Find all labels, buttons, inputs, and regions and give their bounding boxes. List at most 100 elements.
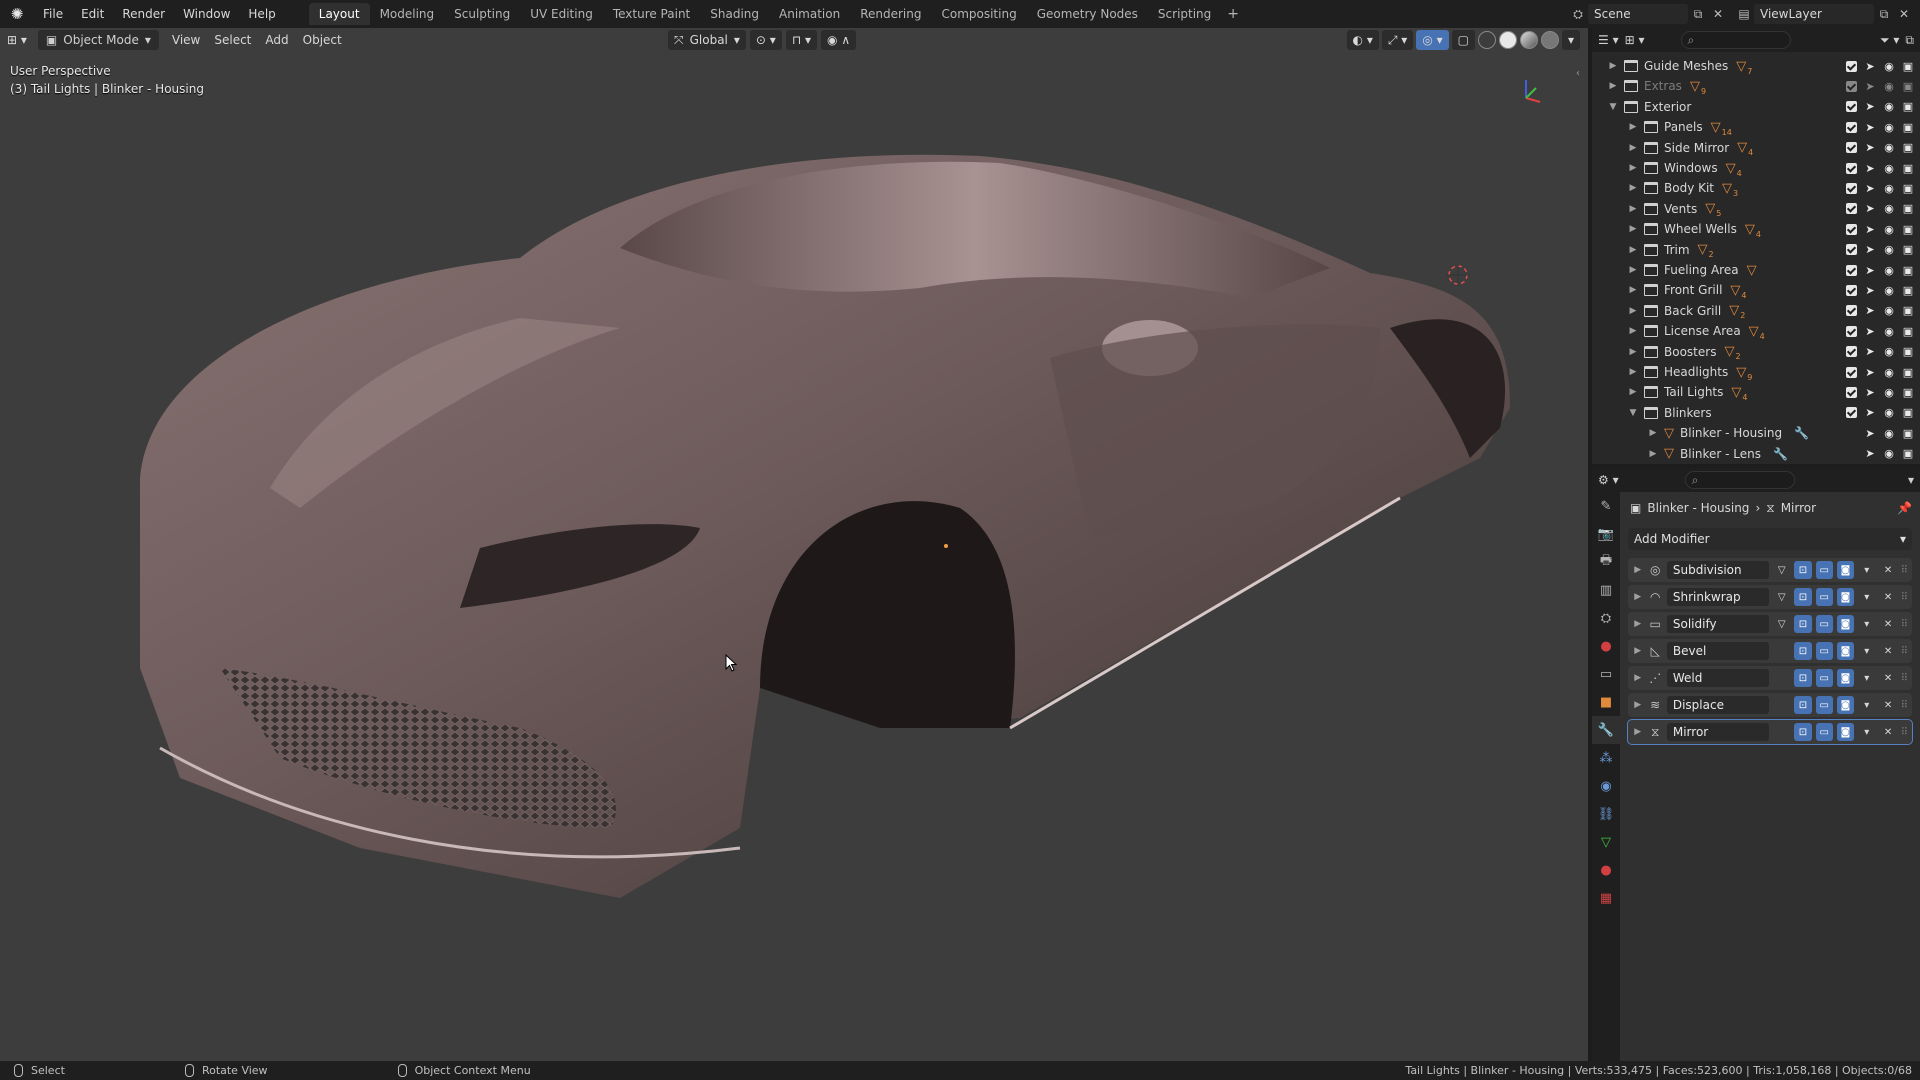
camera-icon[interactable]: ▣	[1902, 284, 1914, 297]
close-icon[interactable]: ✕	[1879, 696, 1896, 714]
data-tab-icon[interactable]: ▽	[1592, 828, 1620, 856]
camera-icon[interactable]: ▣	[1902, 345, 1914, 358]
eye-icon[interactable]: ◉	[1883, 60, 1895, 73]
display-mode-icon[interactable]: ⊞ ▾	[1625, 33, 1645, 47]
chevron-down-icon[interactable]: ▾	[1858, 588, 1875, 606]
close-icon[interactable]: ✕	[1879, 669, 1896, 687]
selectable-icon[interactable]: ➤	[1864, 345, 1876, 358]
drag-handle-icon[interactable]: ⠿	[1901, 592, 1908, 603]
exclude-checkbox[interactable]	[1846, 264, 1857, 276]
camera-icon[interactable]: ▣	[1902, 60, 1914, 73]
eye-icon[interactable]: ◉	[1883, 182, 1895, 195]
filter-icon[interactable]: ⏷ ▾	[1880, 33, 1899, 48]
outliner-row[interactable]: ▶ Body Kit ▽ 3 ➤ ◉ ▣	[1592, 178, 1920, 198]
collapsed-arrow-icon[interactable]: ▶	[1626, 306, 1640, 316]
expanded-arrow-icon[interactable]: ▼	[1626, 408, 1640, 418]
modifier-mirror[interactable]: ▶ ⧖ Mirror ⊡ ▭ ◙ ▾ ✕ ⠿	[1627, 719, 1913, 745]
eye-icon[interactable]: ◉	[1883, 304, 1895, 317]
modifier-name-field[interactable]: Mirror	[1666, 723, 1770, 741]
view-layer-tab-icon[interactable]: ▥	[1592, 576, 1620, 604]
drag-handle-icon[interactable]: ⠿	[1901, 727, 1908, 738]
exclude-checkbox[interactable]	[1846, 325, 1857, 337]
selectable-icon[interactable]: ➤	[1864, 141, 1876, 154]
selectable-icon[interactable]: ➤	[1864, 202, 1876, 215]
drag-handle-icon[interactable]: ⠿	[1901, 565, 1908, 576]
chevron-down-icon[interactable]: ▾	[1858, 723, 1875, 741]
outliner-row[interactable]: ▶ License Area ▽ 4 ➤ ◉ ▣	[1592, 321, 1920, 341]
outliner-row[interactable]: ▶ Headlights ▽ 9 ➤ ◉ ▣	[1592, 362, 1920, 382]
viewport-menu-add[interactable]: Add	[258, 30, 295, 50]
menu-help[interactable]: Help	[239, 3, 284, 25]
on-cage-icon[interactable]: ▽	[1773, 561, 1790, 579]
close-icon[interactable]: ✕	[1879, 561, 1896, 579]
eye-icon[interactable]: ◉	[1883, 427, 1895, 440]
camera-icon[interactable]: ▣	[1902, 80, 1914, 93]
collapsed-arrow-icon[interactable]: ▶	[1632, 673, 1644, 683]
viewport-menu-object[interactable]: Object	[296, 30, 349, 50]
selectable-icon[interactable]: ➤	[1864, 325, 1876, 338]
outliner-row[interactable]: ▶ ▽ Blinker - Lens 🔧 ➤ ◉ ▣	[1592, 444, 1920, 464]
outliner-row[interactable]: ▶ Windows ▽ 4 ➤ ◉ ▣	[1592, 158, 1920, 178]
tab-animation[interactable]: Animation	[769, 3, 850, 25]
outliner-row[interactable]: ▼ Blinkers ➤ ◉ ▣	[1592, 403, 1920, 423]
modifier-subdivision[interactable]: ▶ ◎ Subdivision ▽ ⊡ ▭ ◙ ▾ ✕ ⠿	[1628, 558, 1912, 582]
overlays-toggle[interactable]: ◎ ▾	[1416, 30, 1449, 50]
render-toggle-icon[interactable]: ◙	[1836, 642, 1855, 660]
blender-logo-icon[interactable]: ✺	[0, 0, 34, 28]
add-modifier-button[interactable]: Add Modifier ▾	[1628, 528, 1912, 550]
output-tab-icon[interactable]: 🖶	[1592, 548, 1620, 576]
drag-handle-icon[interactable]: ⠿	[1901, 700, 1908, 711]
eye-icon[interactable]: ◉	[1883, 202, 1895, 215]
eye-icon[interactable]: ◉	[1883, 141, 1895, 154]
chevron-down-icon[interactable]: ▾	[1908, 473, 1914, 487]
render-toggle-icon[interactable]: ◙	[1836, 696, 1855, 714]
collapsed-arrow-icon[interactable]: ▶	[1632, 700, 1644, 710]
render-toggle-icon[interactable]: ◙	[1836, 669, 1855, 687]
camera-icon[interactable]: ▣	[1902, 223, 1914, 236]
pin-icon[interactable]: 📌	[1897, 501, 1912, 515]
selectable-icon[interactable]: ➤	[1864, 80, 1876, 93]
collapsed-arrow-icon[interactable]: ▶	[1626, 245, 1640, 255]
eye-icon[interactable]: ◉	[1883, 447, 1895, 460]
properties-search-input[interactable]: ⌕	[1684, 471, 1795, 489]
camera-icon[interactable]: ▣	[1902, 325, 1914, 338]
snap-toggle[interactable]: ⊓ ▾	[785, 30, 818, 50]
exclude-checkbox[interactable]	[1846, 305, 1857, 317]
exclude-checkbox[interactable]	[1846, 366, 1857, 378]
modifier-name-field[interactable]: Shrinkwrap	[1666, 588, 1770, 606]
exclude-checkbox[interactable]	[1846, 407, 1857, 419]
add-workspace-button[interactable]: +	[1221, 6, 1245, 22]
view-layer-selector[interactable]: ▤ ViewLayer ⧉ ✕	[1734, 3, 1914, 25]
collapsed-arrow-icon[interactable]: ▶	[1626, 326, 1640, 336]
exclude-checkbox[interactable]	[1846, 101, 1857, 113]
eye-icon[interactable]: ◉	[1883, 386, 1895, 399]
viewport-menu-view[interactable]: View	[165, 30, 207, 50]
menu-window[interactable]: Window	[174, 3, 239, 25]
menu-file[interactable]: File	[34, 3, 72, 25]
render-tab-icon[interactable]: 📷	[1592, 520, 1620, 548]
eye-icon[interactable]: ◉	[1883, 345, 1895, 358]
tab-compositing[interactable]: Compositing	[931, 3, 1026, 25]
outliner-row[interactable]: ▶ Vents ▽ 5 ➤ ◉ ▣	[1592, 199, 1920, 219]
render-toggle-icon[interactable]: ◙	[1836, 615, 1855, 633]
tab-rendering[interactable]: Rendering	[850, 3, 931, 25]
eye-icon[interactable]: ◉	[1883, 243, 1895, 256]
collapsed-arrow-icon[interactable]: ▶	[1646, 449, 1660, 459]
tab-texture-paint[interactable]: Texture Paint	[603, 3, 700, 25]
drag-handle-icon[interactable]: ⠿	[1901, 673, 1908, 684]
camera-icon[interactable]: ▣	[1902, 427, 1914, 440]
camera-icon[interactable]: ▣	[1902, 304, 1914, 317]
collapsed-arrow-icon[interactable]: ▶	[1646, 428, 1660, 438]
editmode-toggle-icon[interactable]: ⊡	[1794, 642, 1812, 660]
camera-icon[interactable]: ▣	[1902, 100, 1914, 113]
viewport-toggle-icon[interactable]: ▭	[1815, 642, 1833, 660]
constraints-tab-icon[interactable]: ⛓	[1592, 800, 1620, 828]
selectable-icon[interactable]: ➤	[1864, 223, 1876, 236]
particles-tab-icon[interactable]: ⁂	[1592, 744, 1620, 772]
menu-render[interactable]: Render	[113, 3, 174, 25]
collapsed-arrow-icon[interactable]: ▶	[1632, 727, 1644, 737]
modifier-name-field[interactable]: Displace	[1666, 696, 1770, 714]
collapsed-arrow-icon[interactable]: ▶	[1626, 183, 1640, 193]
wireframe-shading-button[interactable]	[1477, 31, 1496, 49]
exclude-checkbox[interactable]	[1846, 244, 1857, 256]
